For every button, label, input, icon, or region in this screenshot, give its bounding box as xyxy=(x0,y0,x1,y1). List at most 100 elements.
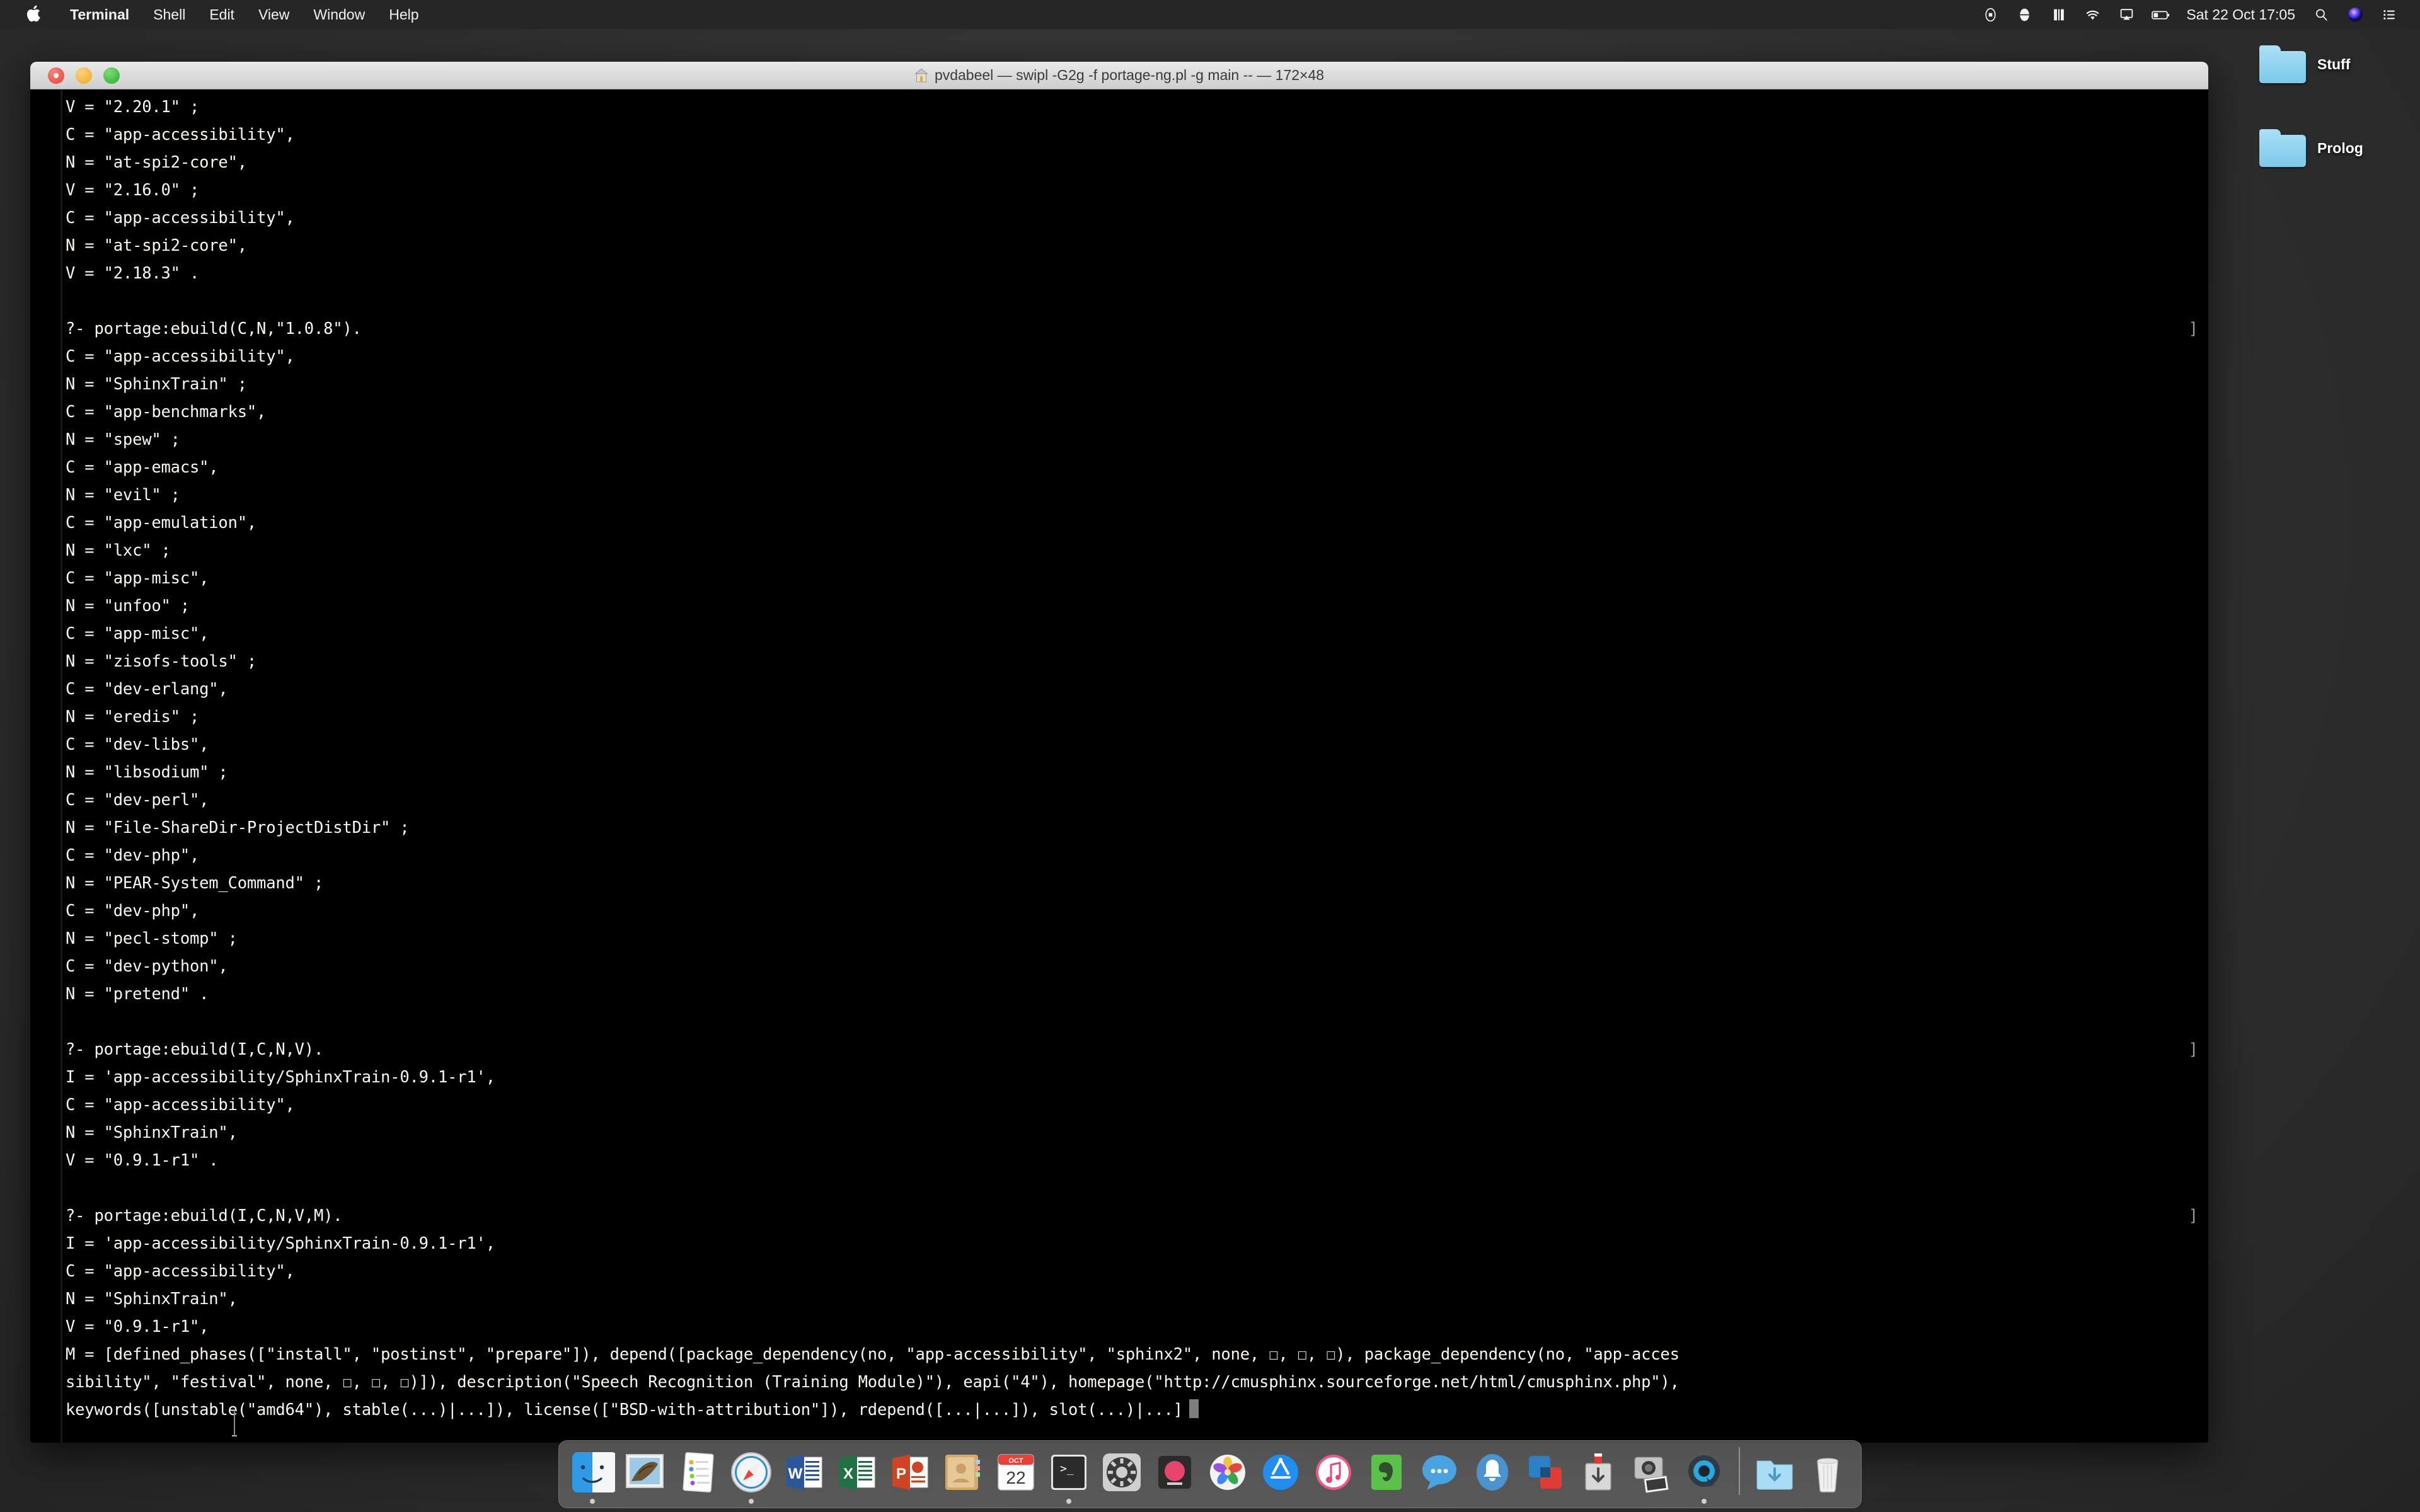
terminal-line: ?- portage:ebuild(C,N,"1.0.8"). xyxy=(66,315,2208,343)
terminal-line: C = "app-emulation", xyxy=(66,509,2208,537)
evernote-icon xyxy=(1364,1450,1409,1495)
terminal-line: C = "dev-php", xyxy=(66,897,2208,925)
terminal-line: C = "app-benchmarks", xyxy=(66,398,2208,426)
menu-window[interactable]: Window xyxy=(301,0,377,29)
running-indicator xyxy=(1225,1499,1230,1504)
desktop[interactable]: Terminal Shell Edit View Window Help xyxy=(0,0,2420,1512)
terminal-line: N = "File-ShareDir-ProjectDistDir" ; xyxy=(66,814,2208,842)
terminal-line: V = "2.20.1" ; xyxy=(66,93,2208,121)
terminal-line: C = "app-accessibility", xyxy=(66,343,2208,370)
running-indicator xyxy=(1702,1499,1707,1504)
terminal-line: N = "pecl-stomp" ; xyxy=(66,925,2208,953)
gear-icon xyxy=(1099,1450,1144,1495)
dock-item-evernote[interactable] xyxy=(1362,1446,1411,1504)
terminal-line: C = "app-misc", xyxy=(66,620,2208,648)
terminal-line: N = "pretend" . xyxy=(66,980,2208,1008)
dock-item-safari[interactable] xyxy=(727,1446,776,1504)
folder-icon xyxy=(2259,45,2306,83)
itunes-icon xyxy=(1311,1450,1356,1495)
terminal-body[interactable]: V = "2.20.1" ;C = "app-accessibility",N … xyxy=(30,89,2208,1443)
window-title-bar[interactable]: pvdabeel — swipl -G2g -f portage-ng.pl -… xyxy=(30,62,2208,89)
running-indicator xyxy=(960,1499,965,1504)
screen-recording-icon[interactable] xyxy=(1973,0,2007,29)
menubar-clock[interactable]: Sat 22 Oct 17:05 xyxy=(2177,6,2304,23)
dock[interactable]: W X P xyxy=(558,1440,1862,1508)
terminal-line: V = "2.18.3" . xyxy=(66,260,2208,287)
dock-item-itunes[interactable] xyxy=(1309,1446,1358,1504)
siri-icon[interactable] xyxy=(2338,0,2372,29)
contrast-icon[interactable] xyxy=(2007,0,2041,29)
desktop-icon-prolog[interactable]: Prolog xyxy=(2259,129,2363,167)
dock-item-system-preferences[interactable] xyxy=(1097,1446,1146,1504)
control-center-icon[interactable] xyxy=(2372,0,2406,29)
reminders-icon xyxy=(676,1450,721,1495)
dock-item-reminders[interactable] xyxy=(674,1446,723,1504)
dock-item-contacts[interactable] xyxy=(938,1446,988,1504)
folder-icon xyxy=(2259,129,2306,167)
safari-icon xyxy=(729,1450,774,1495)
terminal-line: sibility", "festival", none, ☐, ☐, ☐)]),… xyxy=(66,1368,2208,1396)
spotlight-search-icon[interactable] xyxy=(2304,0,2338,29)
query-line-marker: ] xyxy=(2189,315,2198,343)
dock-item-excel[interactable]: X xyxy=(833,1446,882,1504)
dock-item-notifications[interactable] xyxy=(1468,1446,1517,1504)
dock-item-mail[interactable] xyxy=(621,1446,670,1504)
dock-item-photos[interactable] xyxy=(1203,1446,1252,1504)
terminal-line: C = "app-accessibility", xyxy=(66,1257,2208,1285)
apple-logo-icon[interactable] xyxy=(25,5,42,24)
running-indicator xyxy=(1066,1499,1071,1504)
dock-item-downloads-folder[interactable] xyxy=(1750,1446,1799,1504)
desktop-icon-stuff[interactable]: Stuff xyxy=(2259,45,2350,83)
messages-icon xyxy=(1417,1450,1462,1495)
terminal-line: N = "eredis" ; xyxy=(66,703,2208,731)
dock-item-powerpoint[interactable]: P xyxy=(885,1446,935,1504)
menu-terminal[interactable]: Terminal xyxy=(58,0,141,29)
terminal-line: ?- portage:ebuild(I,C,N,V,M). xyxy=(66,1202,2208,1230)
dock-item-quicktime[interactable] xyxy=(1680,1446,1729,1504)
text-ibeam-pointer xyxy=(229,1409,239,1437)
running-indicator xyxy=(643,1499,648,1504)
dock-item-vmware-fusion[interactable] xyxy=(1521,1446,1570,1504)
dock-item-finder[interactable] xyxy=(568,1446,617,1504)
desktop-icon-label: Stuff xyxy=(2317,56,2350,73)
terminal-line: N = "SphinxTrain", xyxy=(66,1285,2208,1313)
terminal-output: V = "2.20.1" ;C = "app-accessibility",N … xyxy=(30,93,2208,1424)
terminal-line: C = "app-accessibility", xyxy=(66,121,2208,149)
running-indicator xyxy=(1119,1499,1124,1504)
menu-shell[interactable]: Shell xyxy=(141,0,197,29)
terminal-line: N = "SphinxTrain", xyxy=(66,1119,2208,1147)
home-folder-icon xyxy=(914,68,928,83)
wifi-icon[interactable] xyxy=(2075,0,2109,29)
terminal-line: N = "at-spi2-core", xyxy=(66,232,2208,260)
terminal-line xyxy=(66,1174,2208,1202)
dock-item-keynote[interactable] xyxy=(1150,1446,1199,1504)
terminal-line: N = "lxc" ; xyxy=(66,537,2208,564)
dock-item-trash[interactable] xyxy=(1803,1446,1852,1504)
menu-view[interactable]: View xyxy=(246,0,301,29)
airplay-icon[interactable] xyxy=(2109,0,2143,29)
dock-item-app-store[interactable] xyxy=(1256,1446,1305,1504)
window-title-text: pvdabeel — swipl -G2g -f portage-ng.pl -… xyxy=(935,67,1324,84)
menu-help[interactable]: Help xyxy=(377,0,430,29)
terminal-icon: >_ xyxy=(1046,1450,1092,1495)
terminal-line: keywords([unstable("amd64"), stable(...)… xyxy=(66,1396,2208,1424)
dock-item-image-capture[interactable] xyxy=(1627,1446,1676,1504)
split-view-icon[interactable] xyxy=(2041,0,2075,29)
finder-icon xyxy=(570,1450,615,1495)
calendar-icon: OCT 22 xyxy=(993,1450,1039,1495)
running-indicator xyxy=(749,1499,754,1504)
running-indicator xyxy=(1278,1499,1283,1504)
photos-icon xyxy=(1205,1450,1250,1495)
window-title: pvdabeel — swipl -G2g -f portage-ng.pl -… xyxy=(30,67,2208,84)
battery-icon[interactable] xyxy=(2143,0,2177,29)
running-indicator xyxy=(1649,1499,1654,1504)
terminal-line: N = "evil" ; xyxy=(66,481,2208,509)
menu-edit[interactable]: Edit xyxy=(197,0,246,29)
dock-item-terminal[interactable]: >_ xyxy=(1044,1446,1093,1504)
terminal-window[interactable]: pvdabeel — swipl -G2g -f portage-ng.pl -… xyxy=(30,62,2208,1443)
dock-item-messages[interactable] xyxy=(1415,1446,1464,1504)
dock-item-calendar[interactable]: OCT 22 xyxy=(991,1446,1040,1504)
dock-item-downloader[interactable] xyxy=(1574,1446,1623,1504)
terminal-line: N = "libsodium" ; xyxy=(66,759,2208,786)
dock-item-word[interactable]: W xyxy=(780,1446,829,1504)
